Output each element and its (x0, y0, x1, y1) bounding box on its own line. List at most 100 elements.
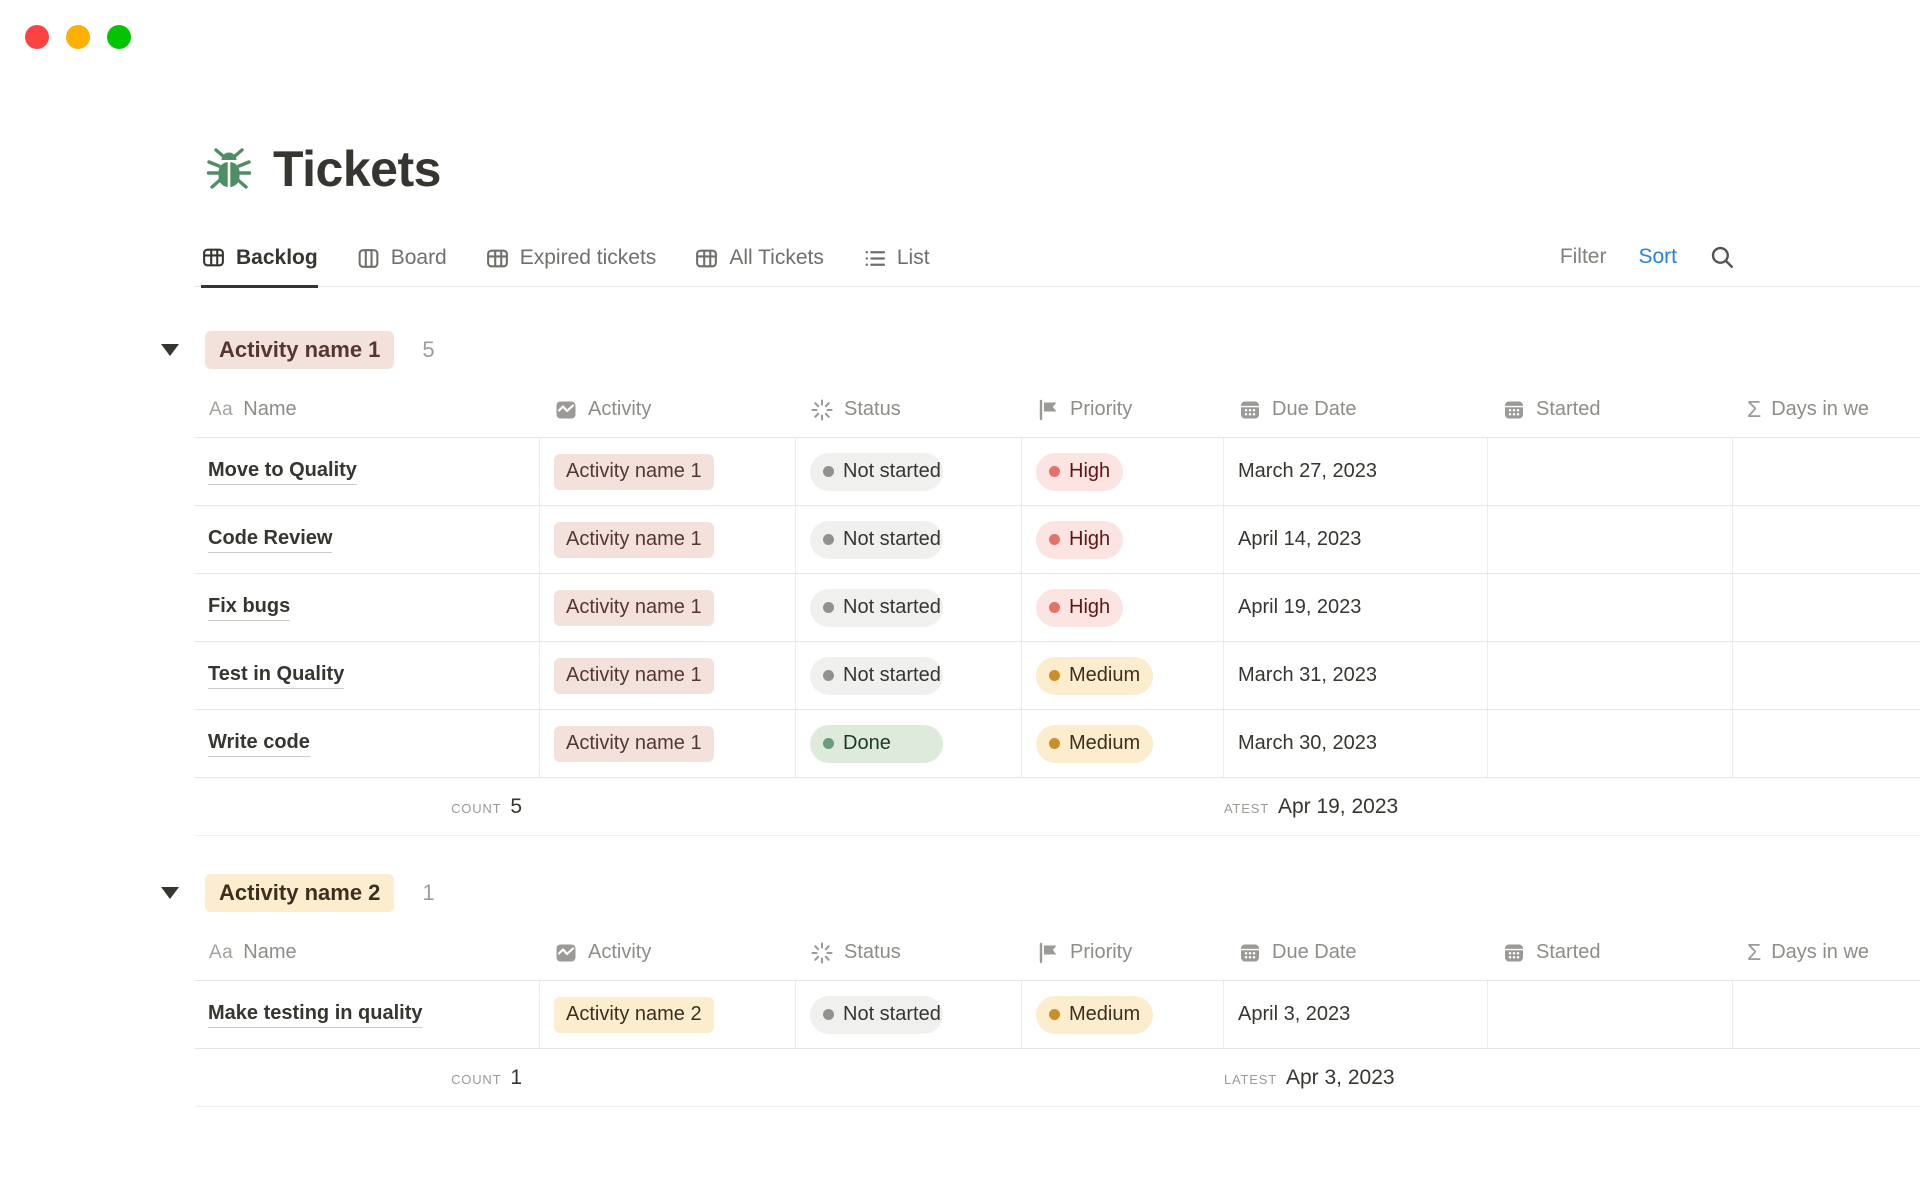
priority-badge[interactable]: Medium (1036, 725, 1153, 763)
tab-list[interactable]: List (862, 245, 930, 286)
tab-label: All Tickets (729, 246, 824, 270)
started-cell[interactable] (1488, 642, 1733, 709)
column-header-started[interactable]: Started (1488, 941, 1733, 965)
app-window: Tickets Backlog Board Expired tickets All T… (0, 0, 1920, 1107)
column-label: Started (1536, 941, 1600, 964)
priority-badge[interactable]: Medium (1036, 657, 1153, 695)
days-cell[interactable] (1733, 506, 1920, 573)
due-date-cell[interactable]: April 3, 2023 (1238, 1003, 1350, 1026)
group-name-badge[interactable]: Activity name 2 (205, 874, 394, 912)
days-cell[interactable] (1733, 642, 1920, 709)
status-badge[interactable]: Not started (810, 521, 943, 559)
status-dot-icon (823, 738, 834, 749)
column-label: Due Date (1272, 941, 1357, 964)
tab-all-tickets[interactable]: All Tickets (694, 245, 824, 286)
activity-tag[interactable]: Activity name 2 (554, 997, 714, 1033)
priority-badge[interactable]: High (1036, 453, 1123, 491)
ticket-name-link[interactable]: Code Review (208, 527, 332, 553)
activity-tag[interactable]: Activity name 1 (554, 522, 714, 558)
collapse-toggle-icon[interactable] (160, 887, 180, 899)
column-header-status[interactable]: Status (796, 398, 1022, 422)
activity-tag[interactable]: Activity name 1 (554, 726, 714, 762)
ticket-name-link[interactable]: Fix bugs (208, 595, 290, 621)
list-icon (862, 246, 887, 271)
ticket-name-link[interactable]: Test in Quality (208, 663, 344, 689)
column-header-days-in-we[interactable]: ΣDays in we (1733, 396, 1920, 423)
days-cell[interactable] (1733, 981, 1920, 1048)
table-row: Make testing in quality Activity name 2 … (195, 981, 1920, 1049)
activity-tag[interactable]: Activity name 1 (554, 454, 714, 490)
collapse-toggle-icon[interactable] (160, 344, 180, 356)
column-header-name[interactable]: AaName (195, 398, 540, 421)
column-header-priority[interactable]: Priority (1022, 941, 1224, 965)
column-header-status[interactable]: Status (796, 941, 1022, 965)
group-name-badge[interactable]: Activity name 1 (205, 331, 394, 369)
days-cell[interactable] (1733, 574, 1920, 641)
column-header-days-in-we[interactable]: ΣDays in we (1733, 939, 1920, 966)
latest-value: Apr 3, 2023 (1286, 1066, 1395, 1090)
activity-tag[interactable]: Activity name 1 (554, 658, 714, 694)
board-icon (356, 246, 381, 271)
latest-aggregate[interactable]: LATEST Apr 3, 2023 (1224, 1066, 1488, 1090)
started-cell[interactable] (1488, 506, 1733, 573)
column-header-started[interactable]: Started (1488, 398, 1733, 422)
priority-badge[interactable]: High (1036, 589, 1123, 627)
due-date-cell[interactable]: March 30, 2023 (1238, 732, 1377, 755)
count-aggregate[interactable]: COUNT 5 (195, 795, 540, 819)
status-badge[interactable]: Not started (810, 589, 943, 627)
status-icon (810, 398, 834, 422)
ticket-name-link[interactable]: Write code (208, 731, 310, 757)
priority-badge[interactable]: High (1036, 521, 1123, 559)
sort-button[interactable]: Sort (1638, 245, 1677, 269)
column-header-activity[interactable]: Activity (540, 941, 796, 965)
priority-dot-icon (1049, 602, 1060, 613)
tab-board[interactable]: Board (356, 245, 447, 286)
table-rows: Make testing in quality Activity name 2 … (195, 981, 1920, 1049)
count-aggregate[interactable]: COUNT 1 (195, 1066, 540, 1090)
status-dot-icon (823, 670, 834, 681)
bug-icon (205, 145, 253, 193)
activity-tag[interactable]: Activity name 1 (554, 590, 714, 626)
started-cell[interactable] (1488, 438, 1733, 505)
table-header-row: AaNameActivityStatusPriority Due Date Star… (195, 382, 1920, 438)
group-count: 1 (422, 880, 434, 906)
days-cell[interactable] (1733, 438, 1920, 505)
filter-button[interactable]: Filter (1560, 245, 1607, 269)
column-header-due-date[interactable]: Due Date (1224, 398, 1488, 422)
tab-backlog[interactable]: Backlog (201, 245, 318, 288)
started-cell[interactable] (1488, 710, 1733, 777)
latest-aggregate[interactable]: ATEST Apr 19, 2023 (1224, 795, 1488, 819)
started-cell[interactable] (1488, 574, 1733, 641)
status-badge[interactable]: Not started (810, 996, 943, 1034)
column-header-due-date[interactable]: Due Date (1224, 941, 1488, 965)
page-header: Tickets (195, 0, 1920, 198)
priority-badge[interactable]: Medium (1036, 996, 1153, 1034)
tab-expired-tickets[interactable]: Expired tickets (485, 245, 657, 286)
status-badge[interactable]: Not started (810, 657, 943, 695)
close-button[interactable] (25, 25, 49, 49)
minimize-button[interactable] (66, 25, 90, 49)
due-date-cell[interactable]: April 19, 2023 (1238, 596, 1361, 619)
status-badge[interactable]: Not started (810, 453, 943, 491)
ticket-name-link[interactable]: Make testing in quality (208, 1002, 422, 1028)
column-header-priority[interactable]: Priority (1022, 398, 1224, 422)
column-header-name[interactable]: AaName (195, 941, 540, 964)
search-icon[interactable] (1709, 244, 1735, 270)
days-cell[interactable] (1733, 710, 1920, 777)
due-date-cell[interactable]: April 14, 2023 (1238, 528, 1361, 551)
table-icon (485, 246, 510, 271)
due-date-cell[interactable]: March 31, 2023 (1238, 664, 1377, 687)
ticket-name-link[interactable]: Move to Quality (208, 459, 357, 485)
calendar-icon (1502, 398, 1526, 422)
status-badge[interactable]: Done (810, 725, 943, 763)
flag-icon (1036, 398, 1060, 422)
due-date-cell[interactable]: March 27, 2023 (1238, 460, 1377, 483)
window-controls (25, 25, 131, 49)
calendar-icon (1238, 398, 1262, 422)
group-table: AaNameActivityStatusPriority Due Date Star… (195, 925, 1920, 1107)
status-dot-icon (823, 466, 834, 477)
column-header-activity[interactable]: Activity (540, 398, 796, 422)
column-label: Due Date (1272, 398, 1357, 421)
zoom-button[interactable] (107, 25, 131, 49)
started-cell[interactable] (1488, 981, 1733, 1048)
